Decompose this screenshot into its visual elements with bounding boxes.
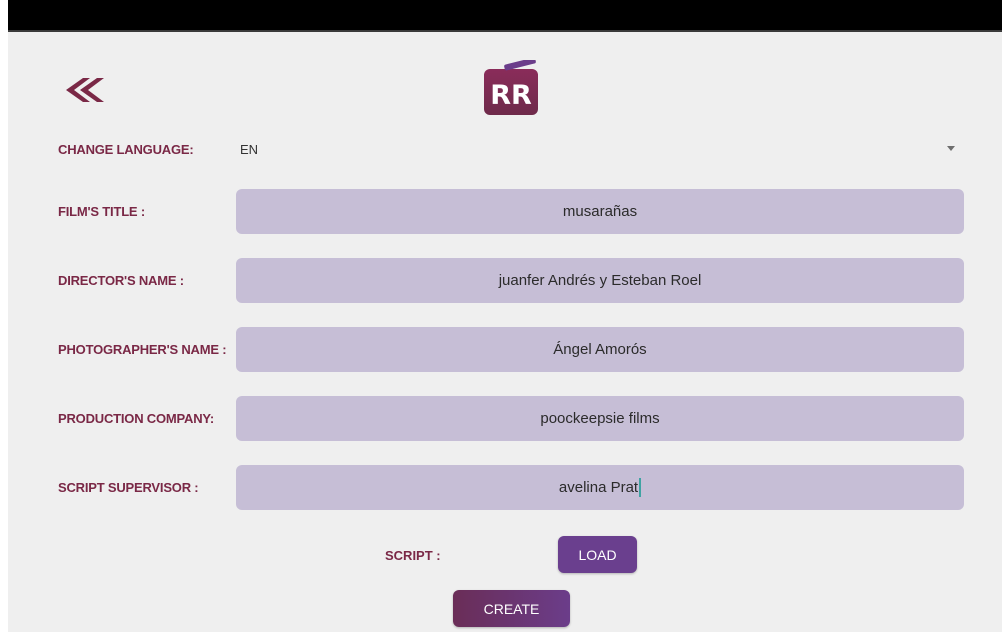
language-select[interactable] [233,132,968,166]
script-supervisor-input[interactable]: avelina Prat [236,465,964,510]
script-label: SCRIPT : [385,548,441,563]
status-bar [8,0,1002,32]
film-title-label: FILM'S TITLE : [58,204,145,219]
svg-text:RR: RR [490,80,532,111]
director-name-input[interactable]: juanfer Andrés y Esteban Roel [236,258,964,303]
create-button[interactable]: CREATE [453,590,570,627]
production-company-label: PRODUCTION COMPANY: [58,411,215,426]
director-name-label: DIRECTOR'S NAME : [58,273,184,288]
production-company-value: poockeepsie films [540,410,660,427]
double-chevron-left-icon [66,78,104,102]
load-button[interactable]: LOAD [558,536,637,573]
film-title-value: musarañas [562,203,638,220]
text-cursor [639,478,642,497]
director-name-value: juanfer Andrés y Esteban Roel [498,272,702,289]
photographer-name-value: Ángel Amorós [553,341,647,358]
change-language-label: CHANGE LANGUAGE: [58,142,194,157]
film-title-input[interactable]: musarañas [236,189,964,234]
script-supervisor-value: avelina Prat [558,479,639,496]
photographer-name-label: PHOTOGRAPHER'S NAME : [58,342,227,357]
production-company-input[interactable]: poockeepsie films [236,396,964,441]
app-logo: RR [484,57,538,116]
app-screen: RR CHANGE LANGUAGE: EN FILM'S TITLE : mu… [8,0,1002,632]
script-supervisor-label: SCRIPT SUPERVISOR : [58,480,199,495]
back-button[interactable] [63,74,107,106]
language-selected-value: EN [240,142,259,157]
photographer-name-input[interactable]: Ángel Amorós [236,327,964,372]
dropdown-arrow-icon [947,146,955,151]
